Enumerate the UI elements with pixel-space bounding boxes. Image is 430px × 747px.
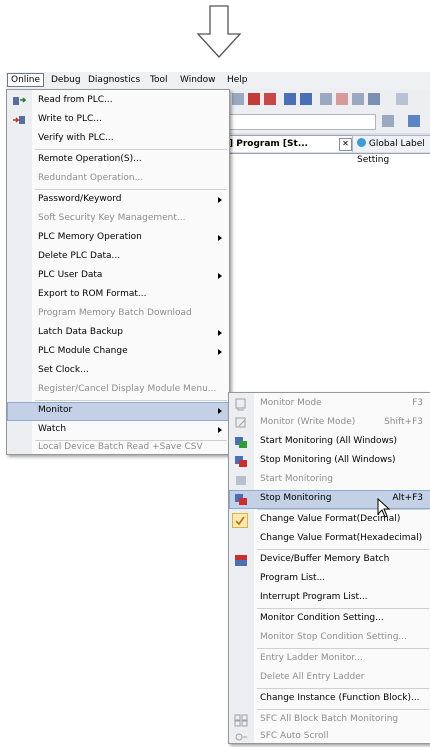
menu-separator bbox=[257, 549, 429, 550]
menu-online[interactable]: Online bbox=[7, 73, 45, 87]
menu-item-monitor-mode[interactable]: Monitor Mode F3 bbox=[229, 395, 430, 414]
menu-item-local-device-batch-read[interactable]: Local Device Batch Read +Save CSV bbox=[7, 435, 229, 454]
stop-monitoring-icon bbox=[235, 494, 247, 505]
toolbar-tool2-icon[interactable] bbox=[336, 93, 348, 105]
menu-item-program-list[interactable]: Program List... bbox=[229, 570, 430, 589]
device-batch-icon bbox=[235, 555, 247, 566]
menu-item-delete-all-entry-ladder[interactable]: Delete All Entry Ladder bbox=[229, 669, 430, 688]
checkmark-icon bbox=[232, 513, 248, 528]
menu-item-set-clock[interactable]: Set Clock... bbox=[7, 362, 229, 381]
menu-item-start-monitoring-all[interactable]: Start Monitoring (All Windows) bbox=[229, 433, 430, 452]
menu-separator bbox=[257, 648, 429, 649]
menu-item-plc-user-data[interactable]: PLC User Data bbox=[7, 267, 229, 286]
tab-global-label-setting[interactable]: Global Label Setting bbox=[352, 135, 430, 165]
menu-item-export-rom-format[interactable]: Export to ROM Format... bbox=[7, 286, 229, 305]
menu-item-program-memory-batch-download[interactable]: Program Memory Batch Download bbox=[7, 305, 229, 324]
menu-item-monitor-stop-condition-setting[interactable]: Monitor Stop Condition Setting... bbox=[229, 629, 430, 648]
toolbar-tool-icon[interactable] bbox=[320, 93, 332, 105]
toolbar-dev-icon[interactable] bbox=[284, 93, 296, 105]
menu-debug[interactable]: Debug bbox=[51, 75, 81, 85]
menu-item-entry-ladder-monitor[interactable]: Entry Ladder Monitor... bbox=[229, 650, 430, 669]
read-plc-icon bbox=[13, 97, 26, 105]
menu-item-remote-operation[interactable]: Remote Operation(S)... bbox=[7, 151, 229, 170]
submenu-arrow-icon bbox=[218, 197, 222, 203]
menu-item-password-keyword[interactable]: Password/Keyword bbox=[7, 191, 229, 210]
menu-diagnostics[interactable]: Diagnostics bbox=[88, 75, 140, 85]
start-monitoring-icon bbox=[236, 476, 246, 485]
mouse-cursor-icon bbox=[377, 498, 391, 518]
menu-separator bbox=[35, 189, 227, 190]
menu-item-interrupt-program-list[interactable]: Interrupt Program List... bbox=[229, 589, 430, 608]
menu-item-soft-security-key[interactable]: Soft Security Key Management... bbox=[7, 210, 229, 229]
menu-item-verify-with-plc[interactable]: Verify with PLC... bbox=[7, 130, 229, 149]
write-plc-icon bbox=[13, 116, 25, 124]
toolbar-record-icon[interactable] bbox=[264, 93, 276, 105]
sfc-scroll-icon bbox=[235, 733, 247, 741]
menu-window[interactable]: Window bbox=[180, 75, 216, 85]
menu-separator bbox=[257, 509, 429, 510]
toolbar-search-icon[interactable] bbox=[382, 115, 394, 127]
monitor-submenu: Monitor Mode F3 Monitor (Write Mode) Shi… bbox=[228, 392, 430, 744]
toolbar bbox=[224, 89, 430, 112]
menu-separator bbox=[35, 149, 227, 150]
tab-program[interactable]: ] Program [St... ✕ bbox=[224, 135, 356, 152]
menu-separator bbox=[35, 400, 227, 401]
menu-help[interactable]: Help bbox=[227, 75, 248, 85]
menu-item-change-value-format-decimal[interactable]: Change Value Format(Decimal) bbox=[229, 511, 430, 530]
menu-item-sfc-auto-scroll[interactable]: SFC Auto Scroll bbox=[229, 728, 430, 747]
toolbar-stop-icon[interactable] bbox=[248, 93, 260, 105]
toolbar-tool5-icon[interactable] bbox=[396, 93, 408, 105]
tab-program-label: ] Program [St... bbox=[229, 139, 309, 149]
menu-bar: Online Debug Diagnostics Tool Window Hel… bbox=[6, 72, 430, 90]
address-combo[interactable] bbox=[226, 114, 376, 130]
down-arrow-icon bbox=[196, 5, 242, 58]
submenu-arrow-icon bbox=[218, 408, 222, 414]
toolbar-secondary bbox=[224, 111, 430, 133]
menu-item-write-to-plc[interactable]: Write to PLC... bbox=[7, 111, 229, 130]
menu-item-read-from-plc[interactable]: Read from PLC... bbox=[7, 92, 229, 111]
toolbar-tool3-icon[interactable] bbox=[352, 93, 364, 105]
menu-item-monitor-write-mode[interactable]: Monitor (Write Mode) Shift+F3 bbox=[229, 414, 430, 433]
menu-item-delete-plc-data[interactable]: Delete PLC Data... bbox=[7, 248, 229, 267]
toolbar-monitor-icon[interactable] bbox=[232, 93, 244, 105]
menu-separator bbox=[257, 608, 429, 609]
sfc-batch-icon bbox=[234, 714, 248, 727]
menu-separator bbox=[257, 688, 429, 689]
menu-item-plc-memory-operation[interactable]: PLC Memory Operation bbox=[7, 229, 229, 248]
toolbar-tool4-icon[interactable] bbox=[368, 93, 380, 105]
menu-item-monitor-condition-setting[interactable]: Monitor Condition Setting... bbox=[229, 610, 430, 629]
menu-item-stop-monitoring-all[interactable]: Stop Monitoring (All Windows) bbox=[229, 452, 430, 471]
menu-item-change-value-format-hex[interactable]: Change Value Format(Hexadecimal) bbox=[229, 530, 430, 549]
document-tabs: ] Program [St... ✕ Global Label Setting bbox=[224, 133, 430, 165]
submenu-arrow-icon bbox=[218, 427, 222, 433]
submenu-arrow-icon bbox=[218, 273, 222, 279]
stop-monitoring-all-icon bbox=[235, 456, 247, 467]
start-monitoring-all-icon bbox=[235, 437, 247, 448]
submenu-arrow-icon bbox=[218, 330, 222, 336]
menu-item-register-cancel-display-module-menu[interactable]: Register/Cancel Display Module Menu... bbox=[7, 381, 229, 400]
toolbar-pointer-icon[interactable] bbox=[408, 115, 420, 127]
close-icon[interactable]: ✕ bbox=[339, 138, 352, 151]
submenu-arrow-icon bbox=[218, 235, 222, 241]
menu-item-device-buffer-memory-batch[interactable]: Device/Buffer Memory Batch bbox=[229, 551, 430, 570]
menu-item-plc-module-change[interactable]: PLC Module Change bbox=[7, 343, 229, 362]
submenu-arrow-icon bbox=[218, 349, 222, 355]
menu-item-redundant-operation[interactable]: Redundant Operation... bbox=[7, 170, 229, 189]
toolbar-dev2-icon[interactable] bbox=[300, 93, 312, 105]
monitor-mode-icon bbox=[235, 398, 246, 411]
menu-item-change-instance[interactable]: Change Instance (Function Block)... bbox=[229, 690, 430, 709]
menu-item-start-monitoring[interactable]: Start Monitoring bbox=[229, 471, 430, 490]
menu-separator bbox=[257, 709, 429, 710]
menu-item-latch-data-backup[interactable]: Latch Data Backup bbox=[7, 324, 229, 343]
globe-icon bbox=[357, 138, 366, 147]
online-menu: Read from PLC... Write to PLC... Verify … bbox=[6, 89, 230, 455]
menu-tool[interactable]: Tool bbox=[150, 75, 167, 85]
menu-item-monitor[interactable]: Monitor bbox=[7, 402, 229, 421]
monitor-write-mode-icon bbox=[235, 417, 246, 428]
menu-item-stop-monitoring[interactable]: Stop Monitoring Alt+F3 bbox=[229, 490, 430, 509]
tab-global-label: Global Label Setting bbox=[357, 139, 425, 165]
